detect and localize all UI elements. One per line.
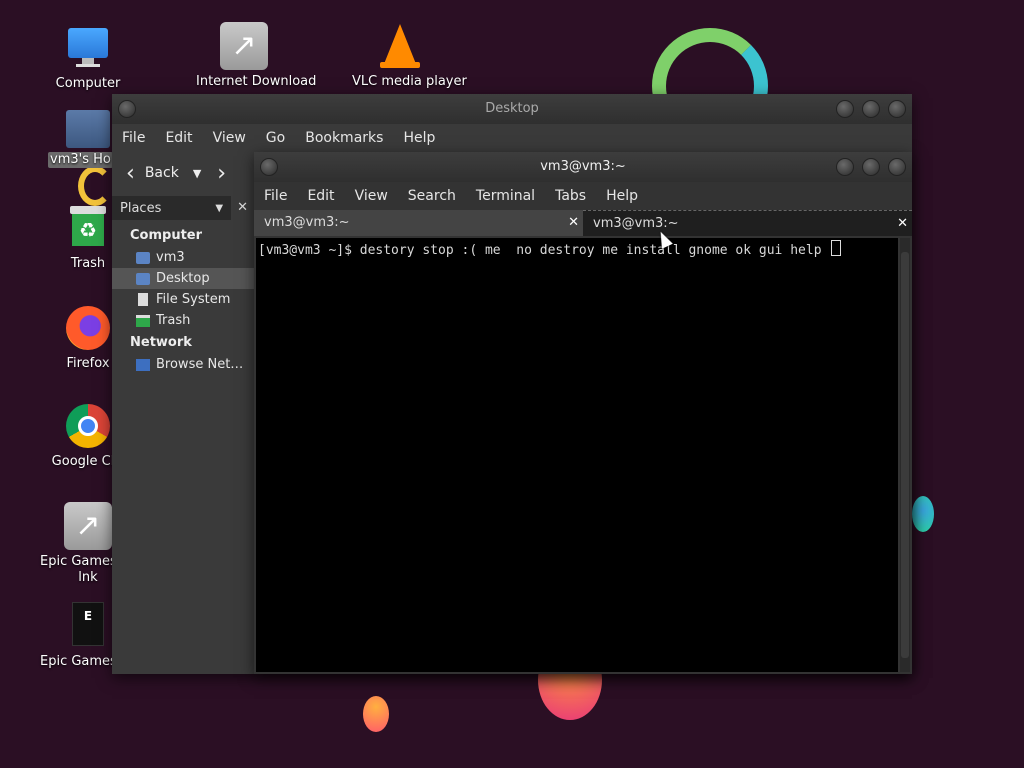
sidebar-item-label: Desktop xyxy=(156,271,210,286)
sidebar-item-trash[interactable]: Trash xyxy=(112,310,254,331)
file-manager-menubar: File Edit View Go Bookmarks Help xyxy=(112,124,912,152)
wallpaper-blob-teal xyxy=(912,496,934,532)
sidebar-item-label: Trash xyxy=(156,313,191,328)
navigation-bar: ‹ Back ▼ › xyxy=(112,152,254,194)
chevron-down-icon[interactable]: ▼ xyxy=(179,167,211,180)
sidebar-item-label: Browse Net… xyxy=(156,357,244,372)
firefox-icon xyxy=(64,304,112,352)
menu-edit[interactable]: Edit xyxy=(297,188,344,204)
tab-label: vm3@vm3:~ xyxy=(264,215,350,230)
maximize-button[interactable] xyxy=(862,158,880,176)
minimize-button[interactable] xyxy=(836,158,854,176)
close-sidebar-icon[interactable]: ✕ xyxy=(231,196,254,220)
desktop-icon-label: vm3's Ho xyxy=(48,152,113,168)
sidebar-item-label: File System xyxy=(156,292,231,307)
sidebar-category-computer: Computer xyxy=(130,228,203,243)
text-cursor xyxy=(831,240,842,256)
sidebar-item-file-system[interactable]: File System xyxy=(112,289,254,310)
back-button[interactable]: Back xyxy=(145,165,179,181)
wallpaper-blob-small xyxy=(363,696,389,732)
terminal-output[interactable]: [vm3@vm3 ~]$ destory stop :( me no destr… xyxy=(256,238,898,672)
menu-search[interactable]: Search xyxy=(398,188,466,204)
desktop-folder-icon xyxy=(136,272,150,285)
desktop-icon-computer[interactable]: Computer xyxy=(40,24,136,92)
epic-games-icon: E xyxy=(64,602,112,650)
chrome-icon xyxy=(64,402,112,450)
menu-go[interactable]: Go xyxy=(256,130,295,146)
sidebar-item-label: vm3 xyxy=(156,250,185,265)
scrollbar-thumb[interactable] xyxy=(901,252,909,658)
window-menu-icon[interactable] xyxy=(118,100,136,118)
close-tab-icon[interactable]: ✕ xyxy=(568,210,579,236)
file-manager-titlebar[interactable]: Desktop xyxy=(112,94,912,124)
menu-view[interactable]: View xyxy=(345,188,398,204)
desktop-icon-label: Internet Download xyxy=(196,74,317,89)
maximize-button[interactable] xyxy=(862,100,880,118)
terminal-menubar: File Edit View Search Terminal Tabs Help xyxy=(254,182,912,210)
terminal-line: [vm3@vm3 ~]$ destory stop :( me no destr… xyxy=(256,238,898,258)
close-button[interactable] xyxy=(888,158,906,176)
shortcut-arrow-icon: ↗ xyxy=(220,22,268,70)
window-title: Desktop xyxy=(485,101,539,116)
window-menu-icon[interactable] xyxy=(260,158,278,176)
places-selector[interactable]: Places ▼ ✕ xyxy=(112,196,254,220)
close-tab-icon[interactable]: ✕ xyxy=(897,211,908,237)
monitor-icon xyxy=(64,24,112,72)
terminal-titlebar[interactable]: vm3@vm3:~ xyxy=(254,152,912,182)
drive-icon xyxy=(138,293,148,306)
network-icon xyxy=(136,358,150,371)
window-title: vm3@vm3:~ xyxy=(540,159,626,174)
sidebar: Computer vm3 Desktop File System Trash N… xyxy=(112,224,254,375)
minimize-button[interactable] xyxy=(836,100,854,118)
menu-tabs[interactable]: Tabs xyxy=(545,188,596,204)
chevron-down-icon[interactable]: ▼ xyxy=(215,203,231,214)
trash-icon xyxy=(136,314,150,327)
desktop-icon-internet-download[interactable]: ↗ Internet Download xyxy=(196,22,317,90)
desktop-icon-label: Computer xyxy=(55,76,121,91)
tab-terminal-1[interactable]: vm3@vm3:~ ✕ xyxy=(254,210,583,236)
menu-file[interactable]: File xyxy=(254,188,297,204)
traffic-cone-icon xyxy=(376,22,424,70)
trash-icon: ♻ xyxy=(64,204,112,252)
menu-help[interactable]: Help xyxy=(596,188,648,204)
sidebar-item-browse-network[interactable]: Browse Net… xyxy=(112,354,254,375)
menu-terminal[interactable]: Terminal xyxy=(466,188,545,204)
sidebar-category-network: Network xyxy=(130,335,192,350)
wallpaper-ring-yellow xyxy=(78,166,112,206)
sidebar-item-vm3[interactable]: vm3 xyxy=(112,247,254,268)
terminal-line-text: [vm3@vm3 ~]$ destory stop :( me no destr… xyxy=(258,243,830,258)
desktop-icon-vlc[interactable]: VLC media player xyxy=(352,22,467,90)
menu-bookmarks[interactable]: Bookmarks xyxy=(295,130,393,146)
menu-view[interactable]: View xyxy=(203,130,256,146)
menu-edit[interactable]: Edit xyxy=(155,130,202,146)
close-button[interactable] xyxy=(888,100,906,118)
menu-help[interactable]: Help xyxy=(393,130,445,146)
menu-file[interactable]: File xyxy=(112,130,155,146)
home-folder-icon xyxy=(64,104,112,152)
home-folder-icon xyxy=(136,251,150,264)
places-label: Places xyxy=(120,200,162,216)
sidebar-item-desktop[interactable]: Desktop xyxy=(112,268,254,289)
shortcut-arrow-icon: ↗ xyxy=(64,502,112,550)
terminal-scrollbar[interactable] xyxy=(900,238,910,672)
back-arrow-icon[interactable]: ‹ xyxy=(112,161,145,186)
terminal-tabs: vm3@vm3:~ ✕ vm3@vm3:~ ✕ xyxy=(254,210,912,236)
forward-arrow-icon[interactable]: › xyxy=(211,161,226,186)
tab-terminal-2[interactable]: vm3@vm3:~ ✕ xyxy=(583,210,912,236)
terminal-window: vm3@vm3:~ File Edit View Search Terminal… xyxy=(254,152,912,674)
desktop-icon-label: VLC media player xyxy=(352,74,467,89)
